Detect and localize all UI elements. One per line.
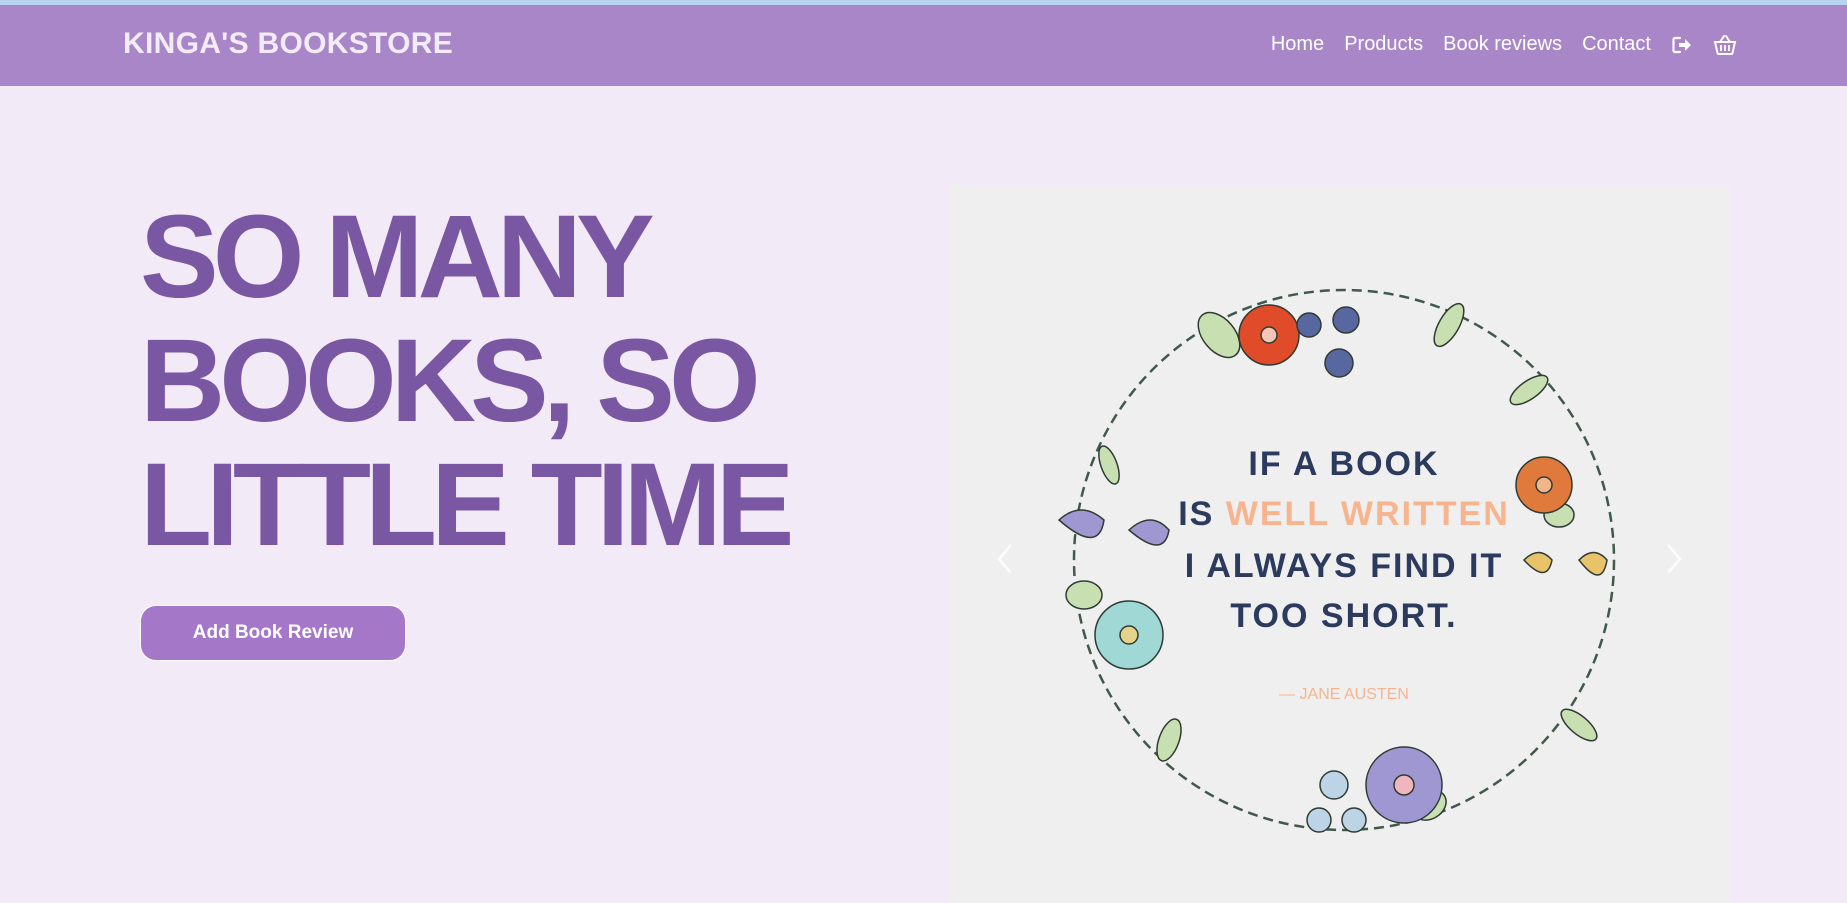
- nav-book-reviews[interactable]: Book reviews: [1443, 33, 1562, 56]
- hero-title: SO MANY BOOKS, SO LITTLE TIME: [140, 191, 794, 571]
- basket-icon[interactable]: [1713, 34, 1737, 56]
- quote-line-3: I ALWAYS FIND IT: [1185, 547, 1504, 585]
- chevron-left-icon[interactable]: [985, 537, 1025, 581]
- add-book-review-button[interactable]: Add Book Review: [140, 605, 406, 661]
- quote-wreath-image: IF A BOOK IS WELL WRITTEN I ALWAYS FIND …: [1057, 288, 1616, 833]
- quote-line-1: IF A BOOK: [1248, 445, 1439, 483]
- carousel: IF A BOOK IS WELL WRITTEN I ALWAYS FIND …: [949, 185, 1730, 903]
- quote-line-2-accent: WELL WRITTEN: [1226, 495, 1510, 533]
- quote-author: — JANE AUSTEN: [1279, 686, 1409, 703]
- brand-logo-text[interactable]: KINGA'S BOOKSTORE: [123, 27, 453, 61]
- nav-links: Home Products Book reviews Contact: [1271, 33, 1737, 56]
- quote-line-4: TOO SHORT.: [1230, 597, 1457, 635]
- quote-line-2-start: IS: [1178, 495, 1226, 533]
- nav-home[interactable]: Home: [1271, 33, 1324, 56]
- nav-contact[interactable]: Contact: [1582, 33, 1651, 56]
- sign-out-icon[interactable]: [1671, 34, 1693, 56]
- chevron-right-icon[interactable]: [1654, 537, 1694, 581]
- navbar: KINGA'S BOOKSTORE Home Products Book rev…: [0, 5, 1847, 86]
- nav-products[interactable]: Products: [1344, 33, 1423, 56]
- quote-line-2: IS WELL WRITTEN: [1178, 495, 1510, 533]
